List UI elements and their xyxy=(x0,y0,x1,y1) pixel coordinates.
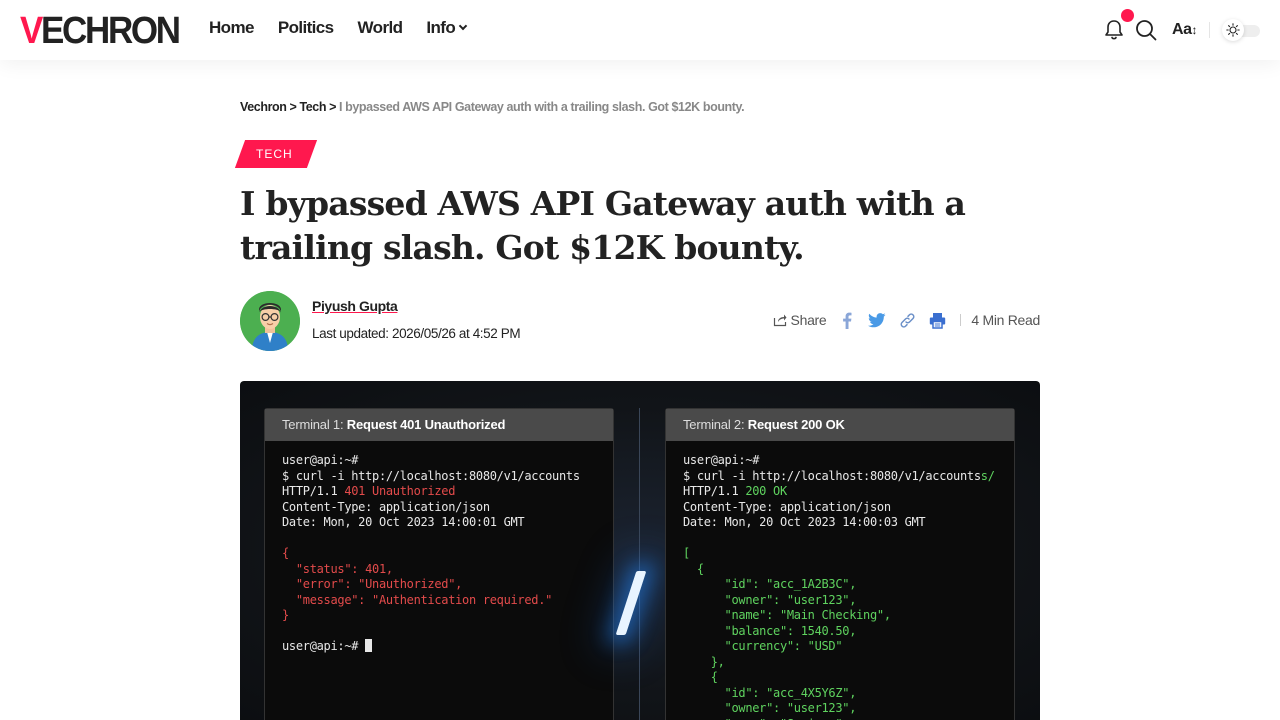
share-label: Share xyxy=(790,312,827,328)
share-twitter-button[interactable] xyxy=(868,311,886,329)
breadcrumb-separator: > xyxy=(329,100,336,114)
terminal-1-body: { "status": 401, "error": "Unauthorized"… xyxy=(282,546,553,622)
terminal-1-title-prefix: Terminal 1: xyxy=(282,417,347,432)
share-icon xyxy=(773,314,787,327)
nav-politics[interactable]: Politics xyxy=(278,18,334,38)
share-divider xyxy=(960,314,962,326)
dark-mode-toggle[interactable] xyxy=(1222,19,1260,41)
terminal-2-command-slash: s/ xyxy=(980,468,995,483)
terminal-2-titlebar: Terminal 2: Request 200 OK xyxy=(666,409,1014,441)
site-logo[interactable]: VECHRON xyxy=(20,10,181,52)
terminal-2-command: $ curl -i http://localhost:8080/v1/accou… xyxy=(683,468,981,483)
bell-icon xyxy=(1105,20,1123,40)
terminal-1-prompt-end: user@api:~# xyxy=(282,639,366,653)
copy-link-button[interactable] xyxy=(898,311,916,329)
article-title: I bypassed AWS API Gateway auth with a t… xyxy=(240,184,966,267)
terminal-2-title: Request 200 OK xyxy=(747,417,845,432)
nav-home-label: Home xyxy=(209,18,254,37)
breadcrumb-separator: > xyxy=(289,100,297,114)
sun-icon xyxy=(1226,23,1240,37)
breadcrumb: Vechron > Tech > I bypassed AWS API Gateway … xyxy=(240,100,745,114)
nav-politics-label: Politics xyxy=(277,18,334,37)
terminal-1-prompt: user@api:~# xyxy=(282,453,359,467)
notification-button[interactable] xyxy=(1102,9,1135,42)
nav-info-label: Info xyxy=(426,18,456,37)
font-size-arrows-icon: ↕ xyxy=(1191,23,1198,37)
link-icon xyxy=(900,312,915,328)
terminal-2-content-type: Content-Type: application/json xyxy=(683,499,891,514)
terminal-2-date: Date: Mon, 20 Oct 2023 14:00:03 GMT xyxy=(683,515,926,529)
site-header: VECHRON Home Politics World Info Aa↕ xyxy=(0,0,1280,60)
terminal-1-title: Request 401 Unauthorized xyxy=(346,417,506,432)
author-avatar-icon xyxy=(240,291,300,351)
facebook-icon xyxy=(843,312,852,329)
terminal-cursor xyxy=(365,639,373,652)
header-divider xyxy=(1209,22,1210,38)
terminal-2-http: HTTP/1.1 xyxy=(683,484,746,498)
search-icon xyxy=(1136,20,1157,41)
terminal-2-title-prefix: Terminal 2: xyxy=(683,417,748,432)
terminal-1-content-type: Content-Type: application/json xyxy=(282,499,490,514)
search-button[interactable] xyxy=(1134,18,1158,42)
terminal-1-titlebar: Terminal 1: Request 401 Unauthorized xyxy=(265,409,613,441)
terminal-window-2: Terminal 2: Request 200 OK user@api:~# $… xyxy=(665,408,1015,720)
category-badge-label: TECH xyxy=(256,147,293,161)
print-icon xyxy=(929,312,946,329)
terminal-2-output: user@api:~# $ curl -i http://localhost:8… xyxy=(666,441,1014,720)
share-facebook-button[interactable] xyxy=(838,311,856,329)
featured-image: Terminal 1: Request 401 Unauthorized use… xyxy=(240,381,1040,720)
logo-accent-letter: V xyxy=(20,10,43,52)
terminal-1-output: user@api:~# $ curl -i http://localhost:8… xyxy=(265,441,613,655)
share-bar: Share 4 Min Read xyxy=(773,310,1040,330)
print-button[interactable] xyxy=(928,311,946,329)
breadcrumb-current: I bypassed AWS API Gateway auth with a t… xyxy=(339,100,745,114)
last-updated: Last updated: 2026/05/26 at 4:52 PM xyxy=(312,326,521,341)
terminal-2-status: 200 OK xyxy=(745,484,787,498)
glowing-slash-graphic xyxy=(615,571,647,635)
author-name-link[interactable]: Piyush Gupta xyxy=(312,298,398,314)
notification-badge xyxy=(1121,9,1135,22)
category-badge[interactable]: TECH xyxy=(234,140,318,168)
breadcrumb-category[interactable]: Tech xyxy=(299,100,326,114)
terminal-1-date: Date: Mon, 20 Oct 2023 14:00:01 GMT xyxy=(282,515,525,529)
twitter-icon xyxy=(868,312,886,327)
terminal-2-body: [ { "id": "acc_1A2B3C", "owner": "user12… xyxy=(683,546,891,720)
terminal-1-command: $ curl -i http://localhost:8080/v1/accou… xyxy=(282,468,580,483)
main-nav: Home Politics World Info xyxy=(209,18,490,38)
breadcrumb-home[interactable]: Vechron xyxy=(240,100,287,114)
logo-text: ECHRON xyxy=(41,10,181,52)
nav-info[interactable]: Info xyxy=(426,18,468,38)
nav-world[interactable]: World xyxy=(358,18,403,38)
font-size-label: Aa xyxy=(1172,21,1192,38)
terminal-divider xyxy=(639,408,640,720)
avatar[interactable] xyxy=(240,291,300,351)
terminal-1-http: HTTP/1.1 xyxy=(282,484,345,498)
nav-world-label: World xyxy=(357,18,403,37)
header-tools: Aa↕ xyxy=(1102,0,1260,60)
font-size-button[interactable]: Aa↕ xyxy=(1172,21,1197,39)
terminal-1-status: 401 Unauthorized xyxy=(344,484,456,498)
read-time: 4 Min Read xyxy=(971,312,1040,328)
nav-home[interactable]: Home xyxy=(209,18,254,38)
toggle-knob xyxy=(1222,19,1244,41)
terminal-2-prompt: user@api:~# xyxy=(683,453,760,467)
terminal-window-1: Terminal 1: Request 401 Unauthorized use… xyxy=(264,408,614,720)
chevron-down-icon xyxy=(458,21,468,31)
